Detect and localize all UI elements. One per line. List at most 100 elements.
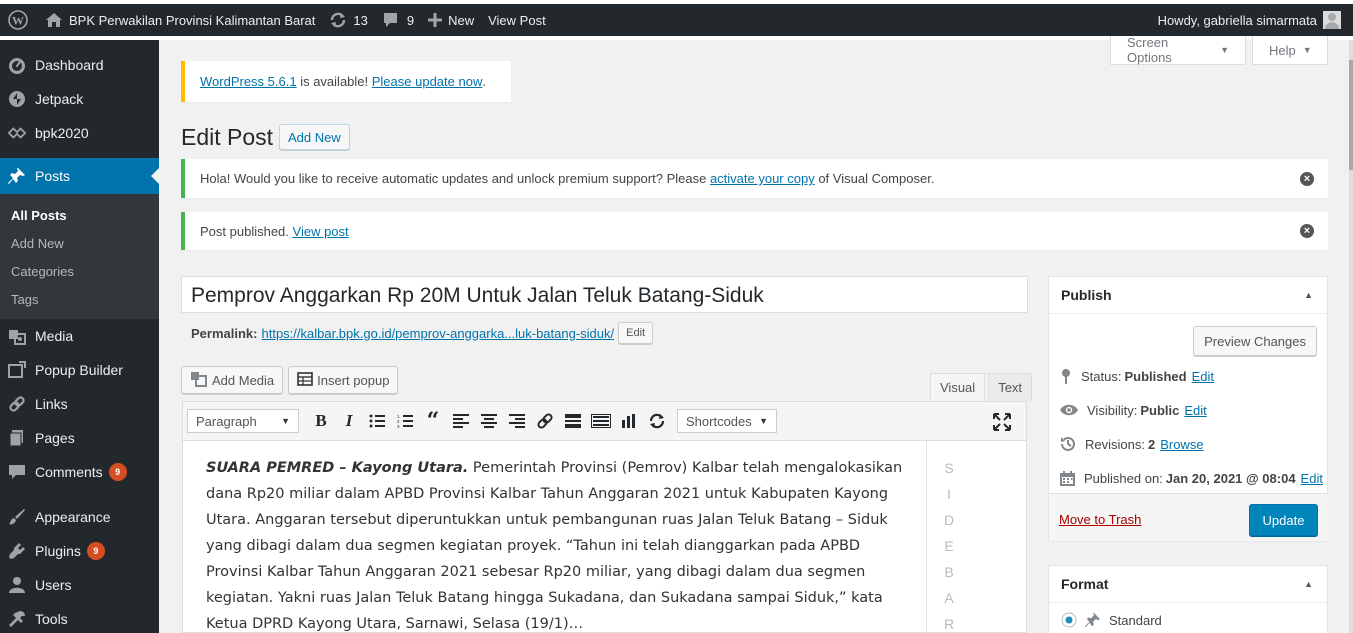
format-standard-option[interactable]: Standard [1049,603,1327,633]
sidebar-letter: A [944,590,954,606]
add-media-button[interactable]: Add Media [181,366,284,394]
comment-bubble-icon [382,12,399,28]
numbered-list-button[interactable]: 123 [391,407,419,435]
view-post-label: View Post [488,12,546,28]
submenu-tags[interactable]: Tags [0,285,159,313]
submenu-categories[interactable]: Categories [0,257,159,285]
wp-logo-icon[interactable]: W [0,4,38,36]
admin-bar-wrap: W BPK Perwakilan Provinsi Kalimantan Bar… [0,0,1353,40]
refresh-icon[interactable] [643,407,671,435]
admin-bar: W BPK Perwakilan Provinsi Kalimantan Bar… [0,4,1353,36]
format-box-title: Format [1061,576,1109,592]
publish-box-header[interactable]: Publish ▲ [1049,277,1327,314]
page-title: Edit Post [181,124,274,150]
align-center-button[interactable] [475,407,503,435]
editor-divider [926,441,927,632]
user-icon [8,576,26,594]
submenu-add-new[interactable]: Add New [0,229,159,257]
view-post-link[interactable]: View post [293,224,349,239]
sidebar-item-label: Pages [35,430,75,446]
edit-status-link[interactable]: Edit [1192,369,1214,384]
post-content[interactable]: SUARA PEMRED – Kayong Utara. Pemerintah … [206,455,906,632]
activate-copy-link[interactable]: activate your copy [710,171,815,186]
screen-options-button[interactable]: Screen Options ▼ [1110,35,1246,65]
sidebar-item-links[interactable]: Links [0,387,159,421]
sidebar-item-bpk2020[interactable]: bpk2020 [0,116,159,150]
sidebar-item-label: bpk2020 [35,125,89,141]
tab-visual[interactable]: Visual [930,373,986,401]
sidebar-item-media[interactable]: Media [0,319,159,353]
submenu-all-posts[interactable]: All Posts [0,201,159,229]
sidebar-item-users[interactable]: Users [0,568,159,602]
caret-down-icon: ▼ [759,416,768,426]
insert-popup-button[interactable]: Insert popup [288,366,399,394]
permalink-row: Permalink: https://kalbar.bpk.go.id/pemp… [191,322,654,344]
new-label: New [448,12,475,28]
dismiss-icon[interactable]: × [1300,224,1314,238]
comments-link[interactable]: 9 [375,4,421,36]
italic-button[interactable]: I [335,407,363,435]
view-post-link[interactable]: View Post [481,4,553,36]
shortcodes-select[interactable]: Shortcodes ▼ [677,409,777,433]
bold-button[interactable]: B [307,407,335,435]
shortcodes-select-value: Shortcodes [686,413,752,429]
edit-visibility-link[interactable]: Edit [1184,403,1206,418]
preview-changes-button[interactable]: Preview Changes [1193,326,1317,356]
sidebar-item-appearance[interactable]: Appearance [0,500,159,534]
fullscreen-icon[interactable] [988,408,1016,436]
update-button[interactable]: Update [1249,504,1318,536]
page-scrollbar[interactable] [1349,40,1353,633]
blockquote-button[interactable]: “ [419,407,447,435]
browse-revisions-link[interactable]: Browse [1160,437,1203,452]
format-box: Format ▲ Standard [1048,565,1328,633]
collapse-arrow-icon[interactable]: ▲ [1304,579,1313,589]
help-button[interactable]: Help ▼ [1252,36,1328,65]
bpk2020-icon [8,124,26,142]
sidebar-item-label: Tools [35,611,68,627]
edit-date-link[interactable]: Edit [1301,471,1323,486]
dismiss-icon[interactable]: × [1300,171,1314,186]
sidebar-item-comments[interactable]: Comments 9 [0,455,159,489]
sidebar-item-jetpack[interactable]: Jetpack [0,82,159,116]
align-left-button[interactable] [447,407,475,435]
brush-icon [8,508,26,526]
dashboard-icon [8,56,26,74]
move-to-trash-link[interactable]: Move to Trash [1059,512,1141,527]
publish-actions: Move to Trash Update [1049,493,1328,541]
updates-link[interactable]: 13 [322,4,374,36]
permalink-url[interactable]: https://kalbar.bpk.go.id/pemprov-anggark… [261,326,614,341]
revisions-label: Revisions: [1085,436,1145,452]
new-content-link[interactable]: New [421,4,481,36]
comment-icon [8,463,26,481]
radio-checked-icon[interactable] [1061,612,1085,628]
sidebar-item-tools[interactable]: Tools [0,602,159,633]
sidebar-item-dashboard[interactable]: Dashboard [0,48,159,82]
tab-text[interactable]: Text [988,373,1033,401]
sidebar-item-popup-builder[interactable]: Popup Builder [0,353,159,387]
update-now-link[interactable]: Please update now [372,74,483,89]
svg-text:3: 3 [397,424,400,428]
sidebar-item-plugins[interactable]: Plugins 9 [0,534,159,568]
add-new-button[interactable]: Add New [279,124,350,150]
edit-slug-button[interactable]: Edit [618,322,654,344]
chart-icon[interactable] [615,407,643,435]
sidebar-item-label: Users [35,577,72,593]
avatar [1323,11,1341,29]
align-right-button[interactable] [503,407,531,435]
bullet-list-button[interactable] [363,407,391,435]
sidebar-item-pages[interactable]: Pages [0,421,159,455]
my-account[interactable]: Howdy, gabriella simarmata [1158,11,1353,29]
format-select[interactable]: Paragraph ▼ [187,409,299,433]
sidebar-item-posts[interactable]: Posts [0,158,159,194]
insert-link-button[interactable] [531,407,559,435]
post-title-input[interactable]: Pemprov Anggarkan Rp 20M Untuk Jalan Tel… [181,276,1028,313]
sidebar-letter: I [947,486,951,502]
keyboard-button[interactable] [587,407,615,435]
editor-content-area[interactable]: SUARA PEMRED – Kayong Utara. Pemerintah … [182,441,1027,633]
read-more-button[interactable] [559,407,587,435]
format-box-header[interactable]: Format ▲ [1049,566,1327,603]
collapse-arrow-icon[interactable]: ▲ [1304,290,1313,300]
wordpress-version-link[interactable]: WordPress 5.6.1 [200,74,297,89]
sidebar-item-label: Jetpack [35,91,84,107]
site-name-link[interactable]: BPK Perwakilan Provinsi Kalimantan Barat [38,4,322,36]
